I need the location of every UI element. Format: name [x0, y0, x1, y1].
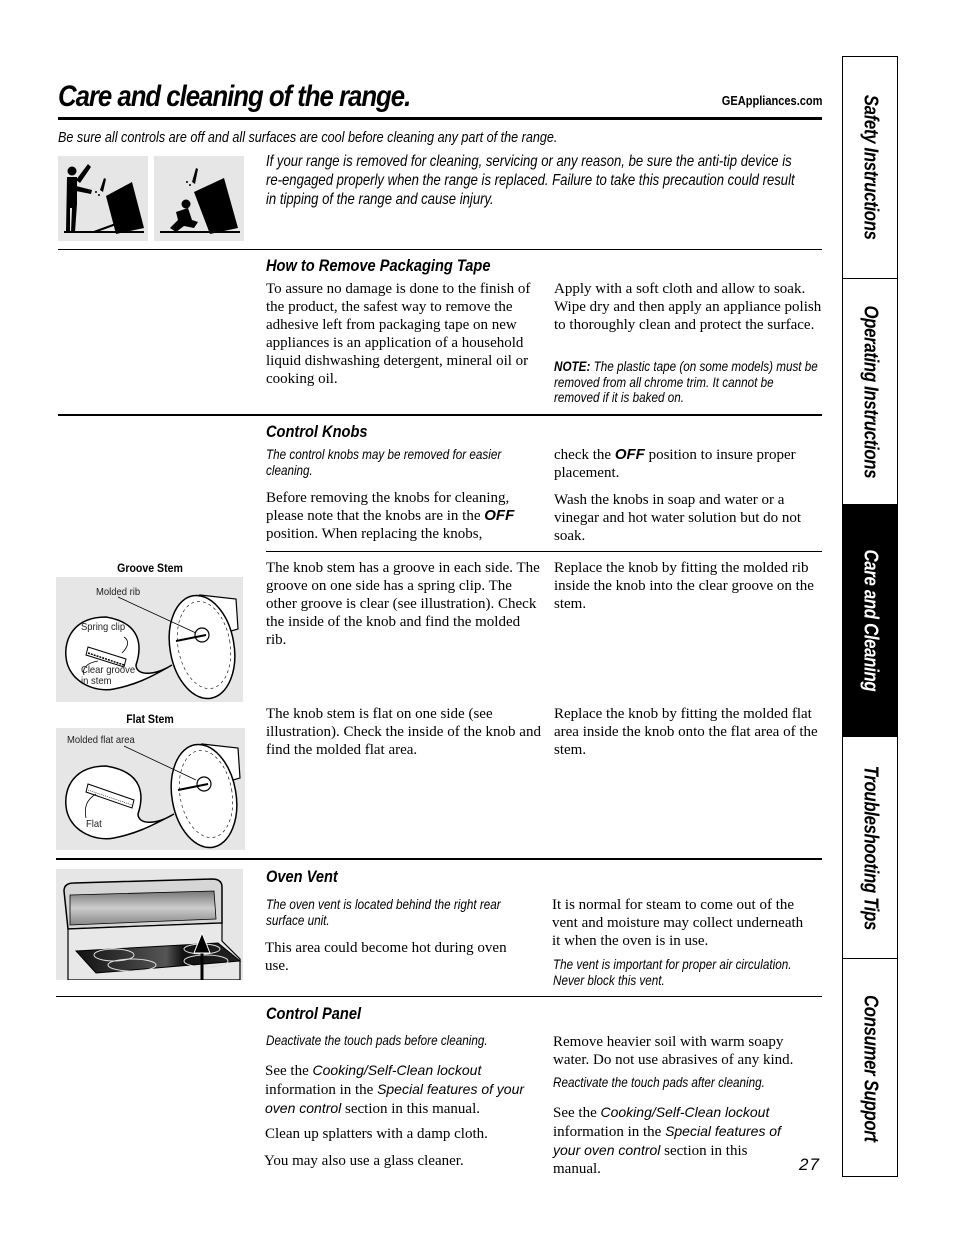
control-knobs-heading: Control Knobs: [266, 422, 368, 441]
control-panel-lockout-text: See the Cooking/Self-Clean lockout infor…: [265, 1062, 525, 1117]
oven-vent-illustration: [56, 869, 243, 984]
tab-troubleshooting-tips[interactable]: Troubleshooting Tips: [843, 737, 897, 959]
header-rule: [58, 117, 822, 120]
oven-vent-intro: The oven vent is located behind the righ…: [266, 897, 501, 928]
oven-vent-note: The vent is important for proper air cir…: [553, 957, 792, 988]
packaging-tape-note: NOTE: The plastic tape (on some models) …: [554, 359, 821, 406]
callout-flat: Flat: [86, 818, 102, 830]
control-panel-heading: Control Panel: [266, 1004, 362, 1023]
flat-stem-left-text: The knob stem is flat on one side (see i…: [266, 706, 541, 758]
groove-stem-illustration: Molded rib Spring clip Clear groove in s…: [56, 577, 243, 702]
oven-vent-right-text: It is normal for steam to come out of th…: [552, 897, 804, 949]
flat-stem-illustration: Molded flat area Flat: [56, 728, 245, 850]
control-panel-splatter-text: Clean up splatters with a damp cloth.: [265, 1126, 488, 1142]
packaging-tape-heading: How to Remove Packaging Tape: [266, 256, 491, 275]
section-divider: [58, 249, 822, 250]
section-divider: [56, 858, 822, 860]
page-title: Care and cleaning of the range.: [58, 80, 411, 113]
subsection-divider: [266, 551, 822, 552]
packaging-tape-right-text: Apply with a soft cloth and allow to soa…: [554, 281, 822, 333]
control-knobs-intro: The control knobs may be removed for eas…: [266, 447, 502, 478]
note-text: The plastic tape (on some models) must b…: [554, 359, 818, 405]
note-label: NOTE:: [554, 359, 591, 374]
off-label: OFF: [614, 446, 645, 463]
callout-spring-clip: Spring clip: [81, 621, 126, 633]
tab-care-and-cleaning[interactable]: Care and Cleaning: [843, 505, 897, 737]
control-panel-intro: Deactivate the touch pads before cleanin…: [266, 1033, 488, 1048]
control-knobs-wash-text: Wash the knobs in soap and water or a vi…: [554, 492, 802, 544]
control-panel-glass-text: You may also use a glass cleaner.: [264, 1153, 464, 1169]
control-knobs-right-text: check the OFF position to insure proper …: [554, 446, 796, 481]
control-panel-soil-text: Remove heavier soil with warm soapy wate…: [553, 1034, 794, 1068]
callout-in-stem: in stem: [81, 675, 112, 687]
website-link[interactable]: GEAppliances.com: [721, 93, 822, 108]
safety-warning: Be sure all controls are off and all sur…: [58, 129, 558, 146]
page-number: 27: [799, 1155, 820, 1174]
callout-molded-rib: Molded rib: [96, 586, 141, 598]
control-knobs-left-text: Before removing the knobs for cleaning, …: [266, 490, 515, 542]
tab-safety-instructions[interactable]: Safety Instructions: [843, 57, 897, 279]
flat-stem-right-text: Replace the knob by fitting the molded f…: [554, 706, 818, 758]
control-panel-reactivate: Reactivate the touch pads after cleaning…: [553, 1075, 765, 1090]
section-tabs: Safety Instructions Operating Instructio…: [842, 56, 898, 1177]
flat-stem-label: Flat Stem: [126, 712, 174, 726]
tab-consumer-support[interactable]: Consumer Support: [843, 959, 897, 1178]
groove-stem-label: Groove Stem: [117, 561, 183, 575]
oven-vent-left-text: This area could become hot during oven u…: [265, 940, 507, 974]
section-divider: [56, 996, 822, 997]
oven-vent-heading: Oven Vent: [266, 867, 338, 886]
anti-tip-warning: If your range is removed for cleaning, s…: [266, 153, 795, 208]
control-panel-lockout-text-right: See the Cooking/Self-Clean lockout infor…: [553, 1104, 781, 1177]
groove-stem-right-text: Replace the knob by fitting the molded r…: [554, 560, 814, 612]
callout-molded-flat-area: Molded flat area: [67, 734, 135, 746]
packaging-tape-left-text: To assure no damage is done to the finis…: [266, 281, 531, 387]
section-divider: [58, 414, 822, 416]
adult-tipping-range-icon: [58, 156, 148, 241]
groove-stem-left-text: The knob stem has a groove in each side.…: [266, 560, 540, 648]
child-tipping-range-icon: [154, 156, 244, 241]
off-label: OFF: [484, 507, 515, 524]
tab-operating-instructions[interactable]: Operating Instructions: [843, 279, 897, 505]
